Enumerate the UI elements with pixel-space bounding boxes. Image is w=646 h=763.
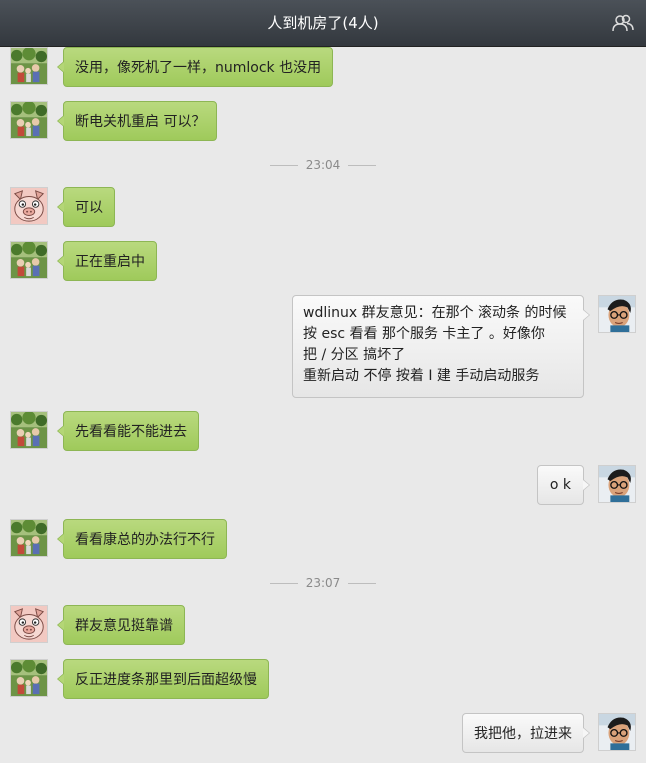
message-bubble[interactable]: 先看看能不能进去 (57, 411, 199, 451)
chat-header: 人到机房了(4人) (0, 0, 646, 47)
message-bubble[interactable]: o k (536, 465, 591, 505)
avatar-me[interactable] (598, 295, 636, 333)
avatar-forest[interactable] (10, 47, 48, 85)
forest-photo-avatar (11, 660, 47, 696)
message-list[interactable]: 没用，像死机了一样，numlock 也没用 断电关机重启 可以？ 23:04 可… (0, 47, 646, 763)
message-bubble[interactable]: 没用，像死机了一样，numlock 也没用 (56, 47, 334, 87)
message-bubble[interactable]: 看看康总的办法行不行 (57, 519, 227, 559)
divider-line (348, 165, 377, 166)
timestamp-text: 23:04 (305, 158, 341, 172)
avatar-me[interactable] (598, 713, 636, 751)
avatar-forest[interactable] (10, 659, 48, 697)
avatar-forest[interactable] (10, 101, 48, 139)
forest-photo-avatar (11, 242, 47, 278)
message-bubble[interactable]: 断电关机重启 可以？ (56, 101, 218, 141)
timestamp-divider: 23:07 (0, 575, 646, 591)
forest-photo-avatar (11, 102, 47, 138)
chat-title: 人到机房了(4人) (267, 14, 379, 32)
message-bubble[interactable]: wdlinux 群友意见：在那个 滚动条 的时候 按 esc 看看 那个服务 卡… (292, 295, 590, 398)
avatar-pig[interactable] (10, 605, 48, 643)
message-bubble[interactable]: 群友意见挺靠谱 (57, 605, 185, 645)
forest-photo-avatar (11, 412, 47, 448)
forest-photo-avatar (11, 48, 47, 84)
message-bubble[interactable]: 可以 (57, 187, 115, 227)
message-bubble[interactable]: 反正进度条那里到后面超级慢 (57, 659, 269, 699)
message-bubble[interactable]: 我把他，拉进来 (462, 713, 590, 753)
man-with-glasses-avatar (599, 296, 635, 332)
avatar-me[interactable] (598, 465, 636, 503)
forest-photo-avatar (11, 520, 47, 556)
avatar-forest[interactable] (10, 411, 48, 449)
man-with-glasses-avatar (599, 714, 635, 750)
man-with-glasses-avatar (599, 466, 635, 502)
cartoon-pig-avatar (11, 188, 47, 224)
avatar-pig[interactable] (10, 187, 48, 225)
message-bubble[interactable]: 正在重启中 (57, 241, 157, 281)
divider-line (269, 583, 298, 584)
divider-line (348, 583, 377, 584)
avatar-forest[interactable] (10, 519, 48, 557)
divider-line (269, 165, 298, 166)
group-members-icon[interactable] (612, 14, 634, 32)
timestamp-divider: 23:04 (0, 157, 646, 173)
timestamp-text: 23:07 (305, 576, 341, 590)
cartoon-pig-avatar (11, 606, 47, 642)
avatar-forest[interactable] (10, 241, 48, 279)
